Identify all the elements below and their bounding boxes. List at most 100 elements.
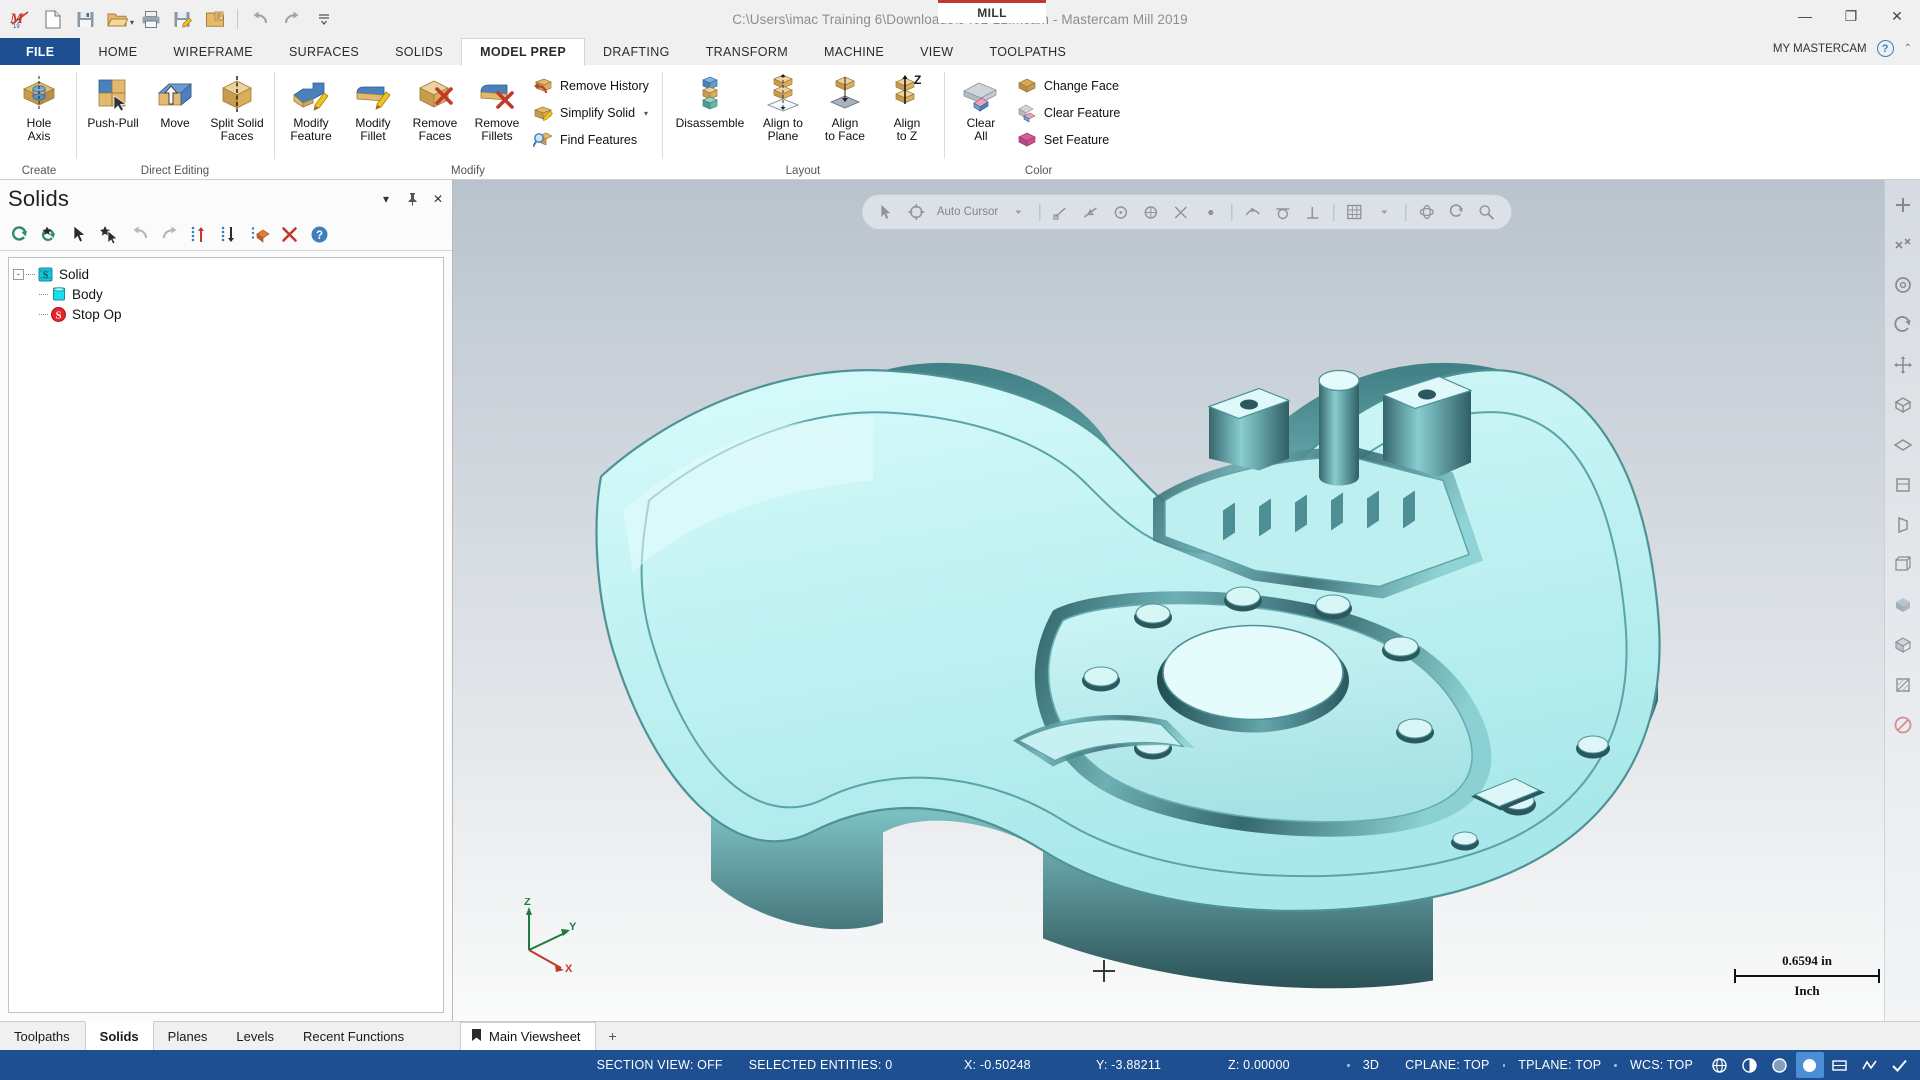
- move-down-icon[interactable]: [216, 221, 243, 247]
- open-folder-icon[interactable]: [102, 5, 132, 33]
- push-pull-button[interactable]: Push-Pull: [82, 70, 144, 133]
- clear-feature-button[interactable]: Clear Feature: [1012, 100, 1127, 126]
- new-file-icon[interactable]: [38, 5, 68, 33]
- shaded-wireframe-icon[interactable]: [1890, 632, 1916, 658]
- solid-model-render[interactable]: [453, 180, 1920, 1021]
- autocursor-icon[interactable]: [904, 200, 929, 225]
- close-panel-icon[interactable]: ✕: [430, 191, 446, 207]
- mastercam-logo-icon[interactable]: M 19: [6, 5, 36, 33]
- snap-point-icon[interactable]: [1198, 200, 1223, 225]
- isometric-view-icon[interactable]: [1890, 392, 1916, 418]
- tree-node-stop-op[interactable]: S Stop Op: [13, 304, 439, 324]
- snap-center-icon[interactable]: [1108, 200, 1133, 225]
- status-section-view[interactable]: SECTION VIEW: OFF: [584, 1058, 736, 1072]
- section-view-icon[interactable]: [1890, 672, 1916, 698]
- wireframe-display-icon[interactable]: [1706, 1052, 1734, 1078]
- verify-icon[interactable]: [1886, 1052, 1914, 1078]
- set-feature-button[interactable]: Set Feature: [1012, 127, 1127, 153]
- wireframe-icon[interactable]: [1890, 552, 1916, 578]
- tab-view[interactable]: VIEW: [902, 38, 971, 65]
- select-all-icon[interactable]: [96, 221, 123, 247]
- remove-faces-button[interactable]: Remove Faces: [404, 70, 466, 146]
- modify-feature-button[interactable]: Modify Feature: [280, 70, 342, 146]
- snap-midpoint-icon[interactable]: [1078, 200, 1103, 225]
- no-section-icon[interactable]: [1890, 712, 1916, 738]
- help-icon[interactable]: ?: [306, 221, 333, 247]
- folder-options-icon[interactable]: [200, 5, 230, 33]
- translucent-display-icon[interactable]: [1766, 1052, 1794, 1078]
- status-mode-3d[interactable]: 3D: [1350, 1058, 1392, 1072]
- my-mastercam-label[interactable]: MY MASTERCAM: [1773, 43, 1867, 55]
- tab-solids[interactable]: SOLIDS: [377, 38, 461, 65]
- modify-fillet-button[interactable]: Modify Fillet: [342, 70, 404, 146]
- undo-icon[interactable]: [126, 221, 153, 247]
- regenerate-all-icon[interactable]: [6, 221, 33, 247]
- customize-qat-icon[interactable]: [309, 5, 339, 33]
- grid-icon[interactable]: [1342, 200, 1367, 225]
- remove-fillets-button[interactable]: Remove Fillets: [466, 70, 528, 146]
- front-view-icon[interactable]: [1890, 472, 1916, 498]
- autocursor-toolbar[interactable]: Auto Cursor: [860, 194, 1513, 230]
- status-wcs[interactable]: WCS: TOP: [1617, 1058, 1706, 1072]
- graphics-viewport[interactable]: Auto Cursor Z Y X 0.6594 in Inch: [453, 180, 1920, 1021]
- tab-surfaces[interactable]: SURFACES: [271, 38, 377, 65]
- tab-home[interactable]: HOME: [80, 38, 155, 65]
- save-icon[interactable]: [70, 5, 100, 33]
- shaded-display-icon[interactable]: [1736, 1052, 1764, 1078]
- top-view-icon[interactable]: [1890, 432, 1916, 458]
- add-viewsheet-button[interactable]: +: [596, 1022, 630, 1050]
- align-to-plane-button[interactable]: Align to Plane: [752, 70, 814, 146]
- print-icon[interactable]: [136, 5, 166, 33]
- status-selected-entities[interactable]: SELECTED ENTITIES: 0: [736, 1058, 906, 1072]
- dynamic-rotate-icon[interactable]: [1890, 312, 1916, 338]
- disassemble-button[interactable]: Disassemble: [668, 70, 752, 133]
- collapse-ribbon-icon[interactable]: ⌃: [1904, 43, 1912, 54]
- bottom-tab-levels[interactable]: Levels: [222, 1022, 289, 1050]
- tab-model-prep[interactable]: MODEL PREP: [461, 38, 585, 66]
- panel-dropdown-icon[interactable]: ▾: [378, 191, 394, 207]
- clear-all-button[interactable]: Clear All: [950, 70, 1012, 146]
- bottom-tab-toolpaths[interactable]: Toolpaths: [0, 1022, 85, 1050]
- edges-display-icon[interactable]: [1826, 1052, 1854, 1078]
- hole-axis-button[interactable]: Hole Axis: [8, 70, 70, 146]
- maximize-button[interactable]: ❐: [1828, 0, 1874, 32]
- status-cplane[interactable]: CPLANE: TOP: [1392, 1058, 1502, 1072]
- fit-screen-icon[interactable]: [1890, 272, 1916, 298]
- snap-nearest-icon[interactable]: [1240, 200, 1265, 225]
- solid-properties-icon[interactable]: [246, 221, 273, 247]
- zoom-window-icon[interactable]: [1890, 232, 1916, 258]
- snap-quadrant-icon[interactable]: [1138, 200, 1163, 225]
- unzoom-icon[interactable]: [1474, 200, 1499, 225]
- align-to-face-button[interactable]: Align to Face: [814, 70, 876, 146]
- cursor-snap-icon[interactable]: [874, 200, 899, 225]
- move-up-icon[interactable]: [186, 221, 213, 247]
- save-as-icon[interactable]: [168, 5, 198, 33]
- tab-file[interactable]: FILE: [0, 38, 81, 65]
- grid-dropdown-icon[interactable]: [1372, 200, 1397, 225]
- tab-machine[interactable]: MACHINE: [806, 38, 902, 65]
- help-icon[interactable]: ?: [1876, 40, 1894, 57]
- machine-group-tab[interactable]: MILL: [938, 0, 1046, 23]
- tab-transform[interactable]: TRANSFORM: [688, 38, 806, 65]
- select-icon[interactable]: [66, 221, 93, 247]
- redo-icon[interactable]: [277, 5, 307, 33]
- snap-intersection-icon[interactable]: [1168, 200, 1193, 225]
- tree-node-body[interactable]: Body: [13, 284, 439, 304]
- redo-icon[interactable]: [156, 221, 183, 247]
- change-face-button[interactable]: Change Face: [1012, 73, 1127, 99]
- viewsheet-tab-main[interactable]: Main Viewsheet: [460, 1022, 596, 1050]
- remove-history-button[interactable]: Remove History: [528, 73, 656, 99]
- backplot-icon[interactable]: [1856, 1052, 1884, 1078]
- delete-icon[interactable]: [276, 221, 303, 247]
- right-view-icon[interactable]: [1890, 512, 1916, 538]
- undo-icon[interactable]: [245, 5, 275, 33]
- pin-icon[interactable]: [404, 191, 420, 207]
- bottom-tab-recent-functions[interactable]: Recent Functions: [289, 1022, 419, 1050]
- regenerate-selected-icon[interactable]: [36, 221, 63, 247]
- tab-drafting[interactable]: DRAFTING: [585, 38, 688, 65]
- bottom-tab-solids[interactable]: Solids: [84, 1021, 154, 1050]
- tab-toolpaths[interactable]: TOOLPATHS: [971, 38, 1084, 65]
- snap-endpoint-icon[interactable]: [1048, 200, 1073, 225]
- bottom-tab-planes[interactable]: Planes: [154, 1022, 223, 1050]
- material-display-icon[interactable]: [1795, 1052, 1824, 1078]
